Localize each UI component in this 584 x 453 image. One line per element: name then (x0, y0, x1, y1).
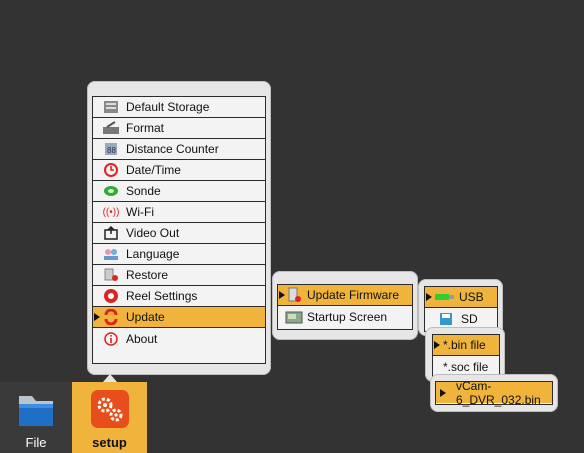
clock-icon (102, 162, 120, 178)
taskbar-item-file[interactable]: File (0, 382, 72, 453)
selection-arrow-icon (434, 341, 440, 349)
submenu-item-update-firmware[interactable]: Update Firmware (278, 285, 412, 306)
language-icon (102, 246, 120, 262)
about-icon (102, 331, 120, 347)
menu-item-label: Update (126, 310, 165, 324)
menu-pointer (103, 374, 117, 382)
taskbar-label-file: File (25, 435, 47, 450)
firmware-icon (285, 287, 303, 303)
menu-item-label: Format (126, 121, 165, 135)
folder-icon (15, 390, 57, 435)
menu-item-format[interactable]: Format (93, 118, 265, 139)
submenu-item-startup-screen[interactable]: Startup Screen (278, 306, 412, 327)
submenu-item-label: SD (461, 311, 478, 326)
selection-arrow-icon (440, 388, 446, 397)
menu-item-default-storage[interactable]: Default Storage (93, 97, 265, 118)
sd-card-icon (437, 311, 455, 327)
menu-item-label: Date/Time (126, 163, 181, 177)
menu-item-label: Restore (126, 268, 169, 282)
setup-menu-list: Default Storage Format 88 Distance Count… (92, 96, 266, 364)
menu-item-sonde[interactable]: Sonde (93, 181, 265, 202)
menu-item-video-out[interactable]: Video Out (93, 223, 265, 244)
menu-item-language[interactable]: Language (93, 244, 265, 265)
file-item-label: vCam-6_DVR_032.bin (456, 378, 541, 407)
menu-item-about[interactable]: About (93, 328, 265, 349)
usb-icon (435, 289, 455, 305)
menu-item-update[interactable]: Update (93, 307, 265, 328)
reel-settings-icon (102, 288, 120, 304)
source-submenu-list: USB SD (424, 286, 498, 332)
restore-icon (102, 267, 120, 283)
storage-icon (102, 99, 120, 115)
file-item[interactable]: vCam-6_DVR_032.bin (436, 379, 552, 407)
selection-arrow-icon (426, 293, 432, 301)
update-icon (102, 309, 120, 325)
submenu-item-sd[interactable]: SD (425, 308, 497, 329)
submenu-item-label: USB (459, 290, 484, 304)
startup-screen-icon (285, 309, 303, 325)
menu-item-reel-settings[interactable]: Reel Settings (93, 286, 265, 307)
menu-item-label: Wi-Fi (126, 205, 154, 219)
sonde-icon (102, 183, 120, 199)
svg-text:88: 88 (107, 146, 116, 155)
submenu-item-label: *.soc file (443, 359, 489, 374)
taskbar-label-setup: setup (92, 435, 127, 450)
distance-counter-icon: 88 (102, 141, 120, 157)
menu-item-label: Video Out (126, 226, 180, 240)
wifi-icon: ((•)) (102, 206, 120, 218)
menu-item-date-time[interactable]: Date/Time (93, 160, 265, 181)
gear-icon (90, 389, 130, 434)
menu-item-label: Sonde (126, 184, 161, 198)
update-submenu-list: Update Firmware Startup Screen (277, 284, 413, 330)
submenu-item-bin-file[interactable]: *.bin file (433, 335, 499, 356)
video-out-icon (102, 225, 120, 241)
menu-item-label: Reel Settings (126, 289, 198, 303)
menu-item-label: Language (126, 247, 180, 261)
menu-item-label: Distance Counter (126, 142, 219, 156)
menu-item-restore[interactable]: Restore (93, 265, 265, 286)
menu-item-label: About (126, 331, 158, 346)
submenu-item-label: *.bin file (443, 338, 486, 352)
menu-item-label: Default Storage (126, 100, 210, 114)
menu-item-wifi[interactable]: ((•)) Wi-Fi (93, 202, 265, 223)
submenu-item-label: Startup Screen (307, 309, 388, 324)
format-icon (102, 120, 120, 136)
selection-arrow-icon (279, 291, 285, 299)
taskbar-item-setup[interactable]: setup (72, 382, 147, 453)
submenu-item-usb[interactable]: USB (425, 287, 497, 308)
submenu-item-label: Update Firmware (307, 288, 400, 302)
menu-item-distance-counter[interactable]: 88 Distance Counter (93, 139, 265, 160)
file-submenu-list: vCam-6_DVR_032.bin (435, 379, 553, 407)
selection-arrow-icon (94, 313, 100, 321)
